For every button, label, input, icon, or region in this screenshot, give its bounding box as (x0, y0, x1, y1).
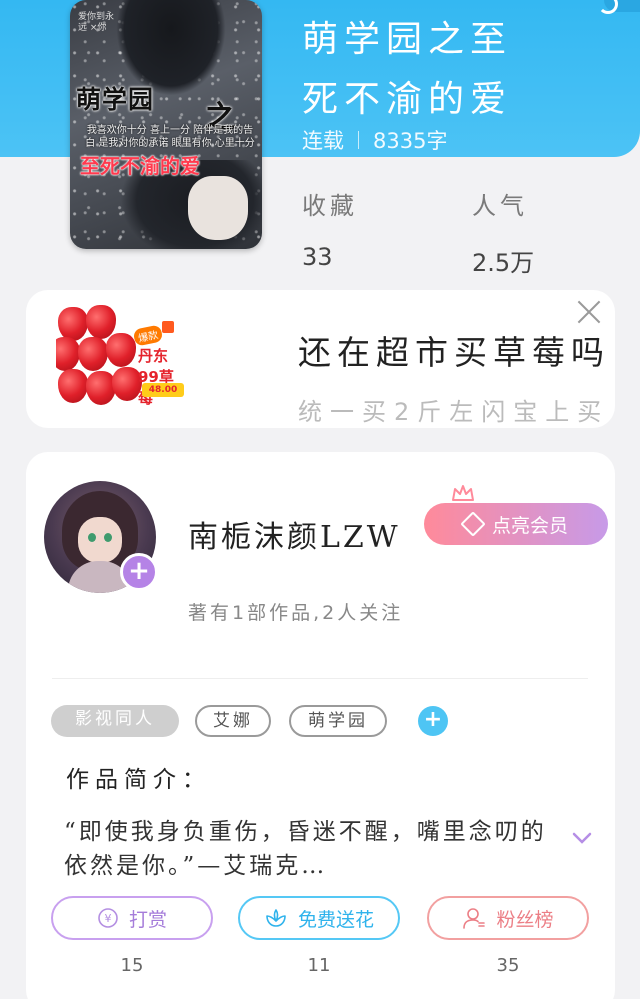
popularity-stat: 人气 2.5万 (472, 192, 535, 277)
cover-title: 萌学园 (76, 85, 155, 114)
user-icon (463, 908, 486, 929)
tag-item[interactable]: 萌学园 (289, 705, 387, 737)
fan-ranking-label: 粉丝榜 (496, 908, 554, 931)
svg-text:¥: ¥ (104, 912, 111, 925)
ad-badge: 爆款 (132, 324, 164, 347)
tag-category[interactable]: 影视同人 (51, 705, 179, 737)
ad-image: 爆款 丹东99草莓 48.00 (56, 303, 184, 409)
author-stats: 著有1部作品,2人关注 (188, 602, 404, 624)
follow-plus-icon[interactable]: + (120, 553, 158, 591)
author-name[interactable]: 南栀沫颜LZW (188, 512, 401, 556)
ad-brand: 丹东99草莓 (138, 347, 174, 407)
close-icon[interactable] (574, 296, 604, 326)
cover-handwriting: 爱你到永远 ×你 (78, 12, 115, 33)
meta-divider (358, 131, 359, 149)
flower-icon (266, 909, 286, 927)
favorites-stat: 收藏 33 (302, 192, 358, 271)
add-tag-icon[interactable]: + (418, 706, 448, 736)
intro-text: “即使我身负重伤，昏迷不醒，嘴里念叨的依然是你。”—艾瑞克… (64, 819, 547, 879)
shop-logo-icon (162, 321, 174, 333)
ad-headline: 还在超市买草莓吗 (298, 333, 610, 372)
book-meta: 连载 8335字 (302, 125, 447, 155)
reward-count: 15 (120, 955, 144, 976)
fan-ranking-button[interactable]: 粉丝榜 (427, 896, 589, 940)
cover-subtitle: 至死不渝的爱 (80, 154, 200, 178)
flower-count: 11 (307, 955, 331, 976)
divider (52, 678, 588, 679)
ad-price: 48.00 (142, 383, 184, 397)
reward-label: 打赏 (128, 908, 167, 931)
reward-button[interactable]: ¥ 打赏 (51, 896, 213, 940)
yen-icon: ¥ (98, 908, 118, 928)
vip-button-label: 点亮会员 (491, 514, 568, 537)
send-flower-button[interactable]: 免费送花 (238, 896, 400, 940)
word-count: 8335字 (373, 129, 448, 153)
vip-button[interactable]: 点亮会员 (424, 503, 608, 545)
ad-second-line: 统一买2斤左闪宝上买 (298, 398, 610, 426)
cover-blurb: 我喜欢你十分 喜上一分 陪伴是我的告白 是我对你的承诺 眼里有你 心里十分 (85, 125, 255, 149)
book-status: 连载 (302, 129, 344, 153)
fan-count: 35 (496, 955, 520, 976)
book-title: 萌学园之至 死不渝的爱 (302, 19, 513, 120)
diamond-icon (460, 511, 486, 537)
chevron-down-icon[interactable] (570, 826, 594, 850)
crown-icon (452, 485, 474, 501)
send-flower-label: 免费送花 (297, 908, 374, 931)
intro-label: 作品简介： (66, 767, 211, 793)
tag-item[interactable]: 艾娜 (195, 705, 271, 737)
book-cover[interactable]: 爱你到永远 ×你 萌学园 之 我喜欢你十分 喜上一分 陪伴是我的告白 是我对你的… (70, 0, 262, 249)
